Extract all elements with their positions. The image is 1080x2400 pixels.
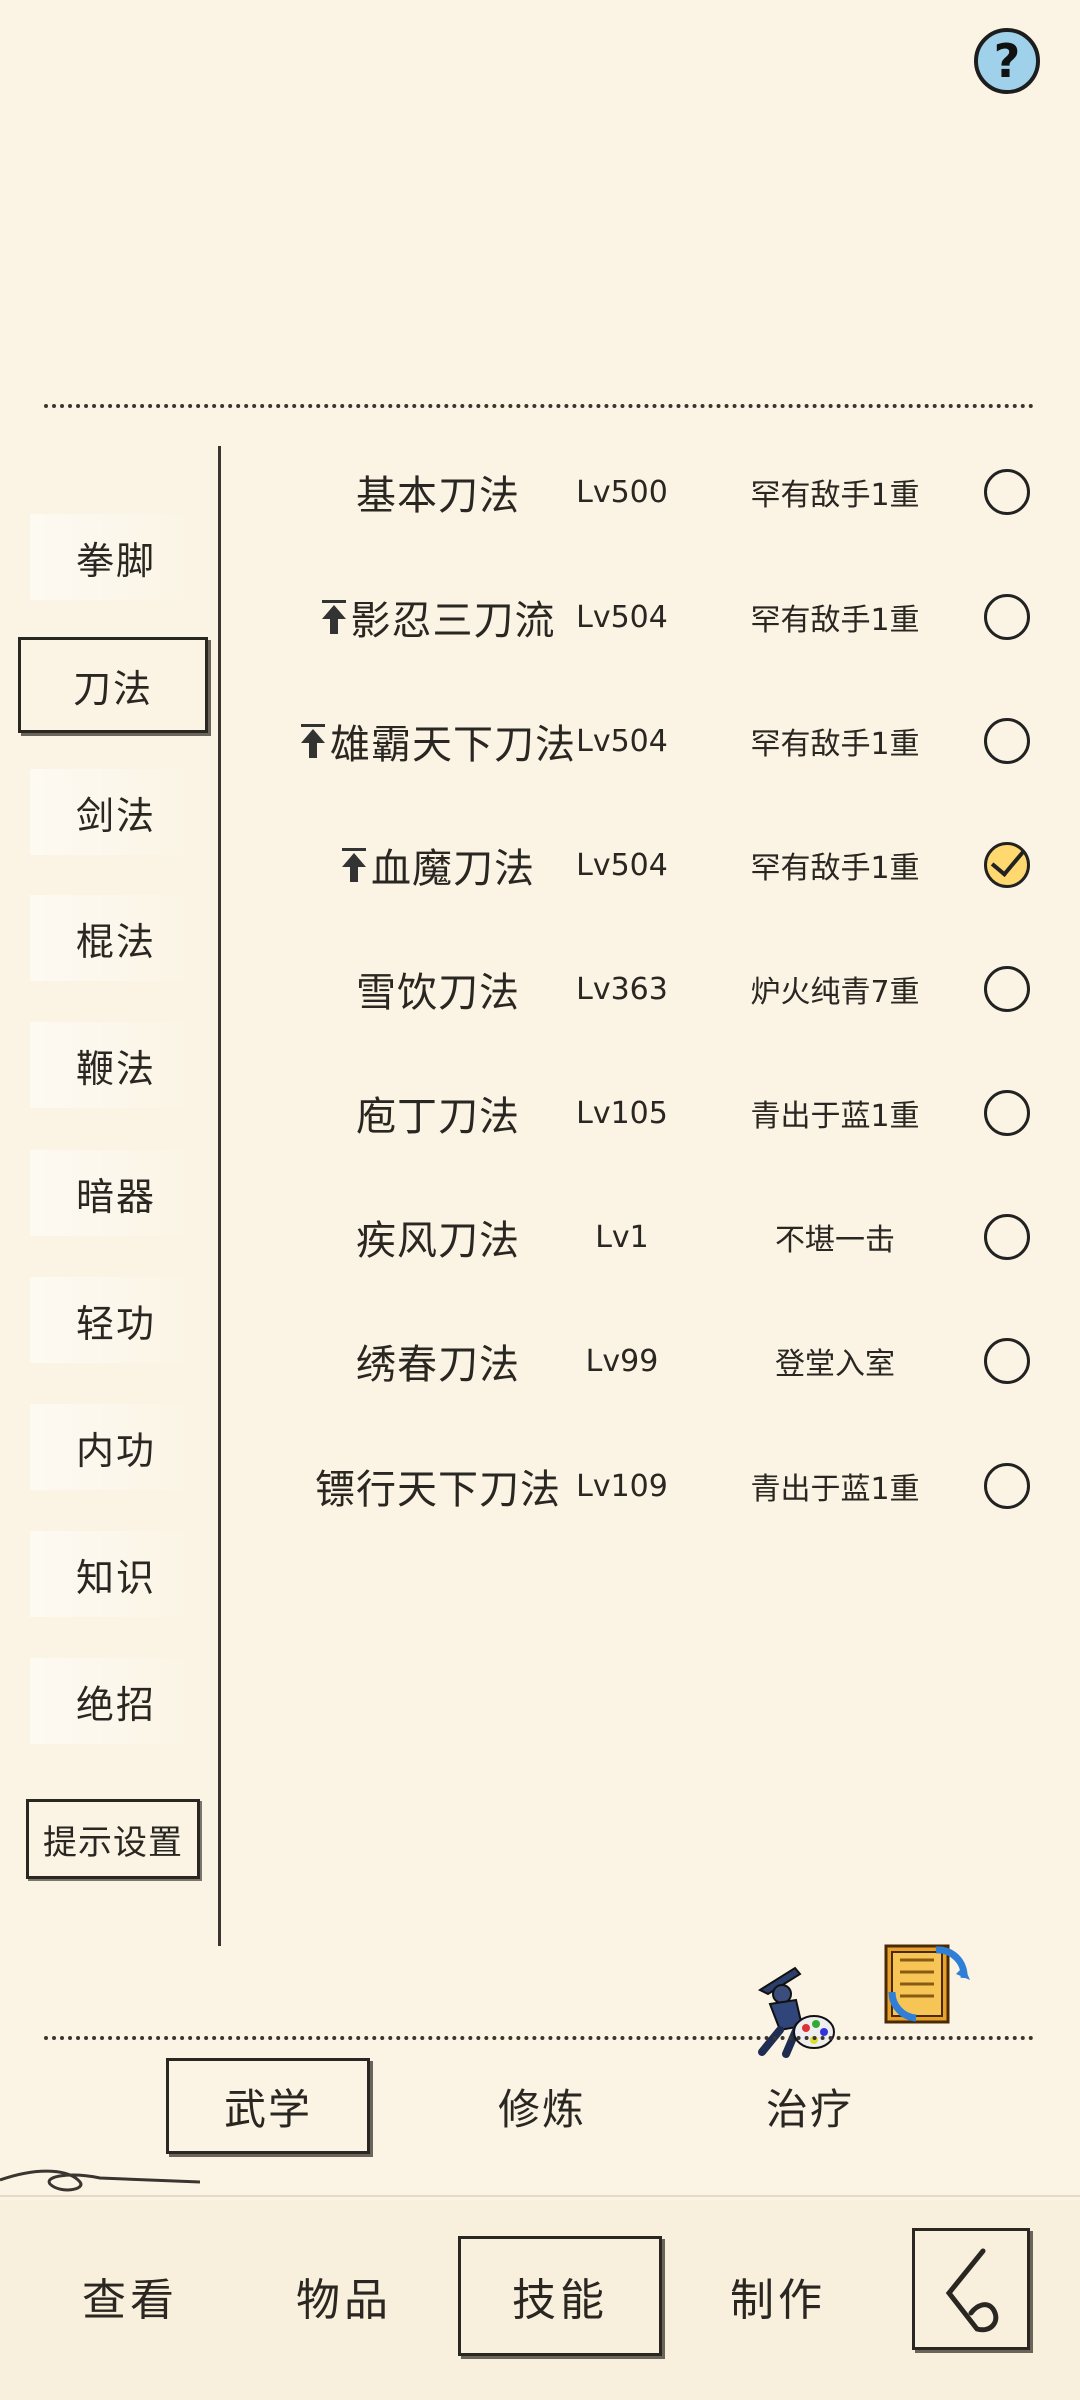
question-icon: ? xyxy=(993,34,1021,88)
skill-name: 基本刀法 xyxy=(356,473,520,519)
skill-name: 镖行天下刀法 xyxy=(315,1467,561,1513)
skill-row[interactable]: 雪饮刀法 Lv363 炉火纯青7重 xyxy=(230,939,1050,1039)
nav-label: 制作 xyxy=(730,2275,826,2326)
top-divider xyxy=(44,404,1034,408)
nav-label: 技能 xyxy=(512,2275,608,2326)
ninja-palette-icon[interactable] xyxy=(740,1960,840,2060)
skill-name: 影忍三刀流 xyxy=(350,598,556,644)
category-juezhao[interactable]: 绝招 xyxy=(30,1658,202,1744)
skill-row[interactable]: 镖行天下刀法 Lv109 青出于蓝1重 xyxy=(230,1436,1050,1536)
skill-rank: 登堂入室 xyxy=(775,1347,895,1382)
bottom-divider xyxy=(44,2036,1034,2040)
skill-row[interactable]: 影忍三刀流 Lv504 罕有敌手1重 xyxy=(230,567,1050,667)
category-label: 剑法 xyxy=(75,793,156,838)
skill-level: Lv504 xyxy=(576,847,668,883)
skill-select-radio[interactable] xyxy=(984,1214,1030,1260)
category-label: 拳脚 xyxy=(75,538,156,583)
arrow-up-icon xyxy=(321,600,347,634)
side-divider xyxy=(218,446,221,1946)
skill-level: Lv500 xyxy=(576,474,668,510)
category-bianfa[interactable]: 鞭法 xyxy=(30,1022,202,1108)
nav-craft[interactable]: 制作 xyxy=(698,2236,858,2356)
skill-rank: 罕有敌手1重 xyxy=(750,478,920,513)
category-neigong[interactable]: 内功 xyxy=(30,1404,202,1490)
skill-level: Lv109 xyxy=(576,1468,668,1504)
tab-wuxue[interactable]: 武学 xyxy=(166,2058,370,2154)
brush-swirl-decoration xyxy=(0,2169,1080,2197)
skill-level: Lv504 xyxy=(576,599,668,635)
skill-rank: 炉火纯青7重 xyxy=(750,975,920,1010)
skill-row[interactable]: 雄霸天下刀法 Lv504 罕有敌手1重 xyxy=(230,691,1050,791)
tips-settings-button[interactable]: 提示设置 xyxy=(26,1799,200,1879)
skill-name: 血魔刀法 xyxy=(371,846,535,892)
skill-name: 雄霸天下刀法 xyxy=(330,722,576,768)
category-label: 棍法 xyxy=(75,919,156,964)
nav-skills[interactable]: 技能 xyxy=(458,2236,662,2356)
category-label: 刀法 xyxy=(72,666,153,711)
skill-level: Lv504 xyxy=(576,723,668,759)
skill-select-radio[interactable] xyxy=(984,1338,1030,1384)
category-label: 轻功 xyxy=(75,1301,156,1346)
category-daofa[interactable]: 刀法 xyxy=(18,637,208,733)
tab-label: 武学 xyxy=(223,2084,312,2134)
tab-xiulian[interactable]: 修炼 xyxy=(440,2058,644,2154)
back-button[interactable] xyxy=(912,2228,1030,2350)
category-label: 知识 xyxy=(75,1555,156,1600)
back-arrow-icon xyxy=(945,2248,999,2333)
skill-row[interactable]: 绣春刀法 Lv99 登堂入室 xyxy=(230,1311,1050,1411)
skill-select-radio[interactable] xyxy=(984,966,1030,1012)
skill-rank: 罕有敌手1重 xyxy=(750,603,920,638)
skill-select-radio[interactable] xyxy=(984,1463,1030,1509)
tab-label: 修炼 xyxy=(497,2084,586,2134)
nav-label: 物品 xyxy=(296,2275,392,2326)
tab-label: 治疗 xyxy=(765,2084,854,2134)
nav-view[interactable]: 查看 xyxy=(50,2236,210,2356)
category-gunfa[interactable]: 棍法 xyxy=(30,895,202,981)
skill-rank: 罕有敌手1重 xyxy=(750,851,920,886)
category-label: 鞭法 xyxy=(75,1046,156,1091)
skill-rank: 青出于蓝1重 xyxy=(750,1099,920,1134)
category-label: 暗器 xyxy=(75,1174,156,1219)
skill-select-radio[interactable] xyxy=(984,1090,1030,1136)
help-button[interactable]: ? xyxy=(974,28,1040,94)
skill-row[interactable]: 血魔刀法 Lv504 罕有敌手1重 xyxy=(230,815,1050,915)
nav-items[interactable]: 物品 xyxy=(264,2236,424,2356)
category-quanjiao[interactable]: 拳脚 xyxy=(30,514,202,600)
skill-row[interactable]: 基本刀法 Lv500 罕有敌手1重 xyxy=(230,442,1050,542)
skill-name: 疾风刀法 xyxy=(356,1218,520,1264)
book-swap-icon[interactable] xyxy=(876,1930,976,2030)
skill-rank: 不堪一击 xyxy=(775,1223,895,1258)
category-label: 内功 xyxy=(75,1428,156,1473)
skill-select-radio[interactable] xyxy=(984,718,1030,764)
arrow-up-icon xyxy=(341,848,367,882)
category-jianfa[interactable]: 剑法 xyxy=(30,769,202,855)
category-zhishi[interactable]: 知识 xyxy=(30,1531,202,1617)
skill-level: Lv1 xyxy=(595,1219,649,1255)
skill-rank: 青出于蓝1重 xyxy=(750,1472,920,1507)
tips-settings-label: 提示设置 xyxy=(43,1822,183,1863)
skill-name: 庖丁刀法 xyxy=(356,1094,520,1140)
category-qinggong[interactable]: 轻功 xyxy=(30,1277,202,1363)
skill-name: 雪饮刀法 xyxy=(356,970,520,1016)
category-label: 绝招 xyxy=(75,1682,156,1727)
category-anqi[interactable]: 暗器 xyxy=(30,1150,202,1236)
nav-label: 查看 xyxy=(82,2275,178,2326)
skill-level: Lv105 xyxy=(576,1095,668,1131)
skill-row[interactable]: 疾风刀法 Lv1 不堪一击 xyxy=(230,1187,1050,1287)
tab-zhiliao[interactable]: 治疗 xyxy=(708,2058,912,2154)
skill-level: Lv363 xyxy=(576,971,668,1007)
skill-rank: 罕有敌手1重 xyxy=(750,727,920,762)
skill-select-radio[interactable] xyxy=(984,594,1030,640)
skill-select-radio-checked[interactable] xyxy=(984,842,1030,888)
skill-row[interactable]: 庖丁刀法 Lv105 青出于蓝1重 xyxy=(230,1063,1050,1163)
skill-name: 绣春刀法 xyxy=(356,1342,520,1388)
arrow-up-icon xyxy=(300,724,326,758)
skill-level: Lv99 xyxy=(585,1343,659,1379)
skill-select-radio[interactable] xyxy=(984,469,1030,515)
